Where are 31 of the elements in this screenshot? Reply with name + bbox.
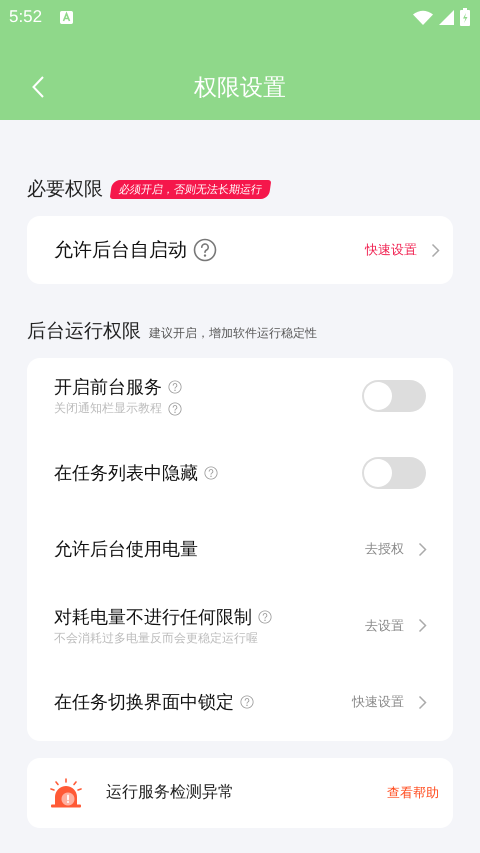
help-link[interactable]: 查看帮助 — [387, 784, 439, 802]
setting-description: 不会消耗过多电量反而会更稳定运行喔 — [54, 630, 258, 647]
toggle-switch[interactable] — [362, 380, 426, 412]
toggle-switch[interactable] — [362, 456, 426, 489]
signal-icon — [439, 10, 454, 24]
setting-label: 允许后台自启动 — [54, 238, 187, 263]
chevron-right-icon — [418, 694, 427, 710]
setting-description: 关闭通知栏显示教程 — [54, 400, 162, 418]
setting-label: 在任务切换界面中锁定 — [54, 691, 234, 714]
chevron-right-icon — [418, 542, 427, 557]
section-title: 后台运行权限 — [27, 319, 141, 344]
section-note: 建议开启，增加软件运行稳定性 — [149, 324, 317, 342]
action-link[interactable]: 快速设置 — [352, 693, 404, 712]
setting-label: 开启前台服务 — [54, 376, 162, 400]
action-link[interactable]: 快速设置 — [365, 241, 417, 259]
action-link[interactable]: 去设置 — [365, 616, 404, 635]
alert-message: 运行服务检测异常 — [106, 782, 235, 803]
warning-badge: 必须开启，否则无法长期运行 — [110, 180, 272, 198]
page-title: 权限设置 — [193, 74, 287, 102]
battery-charging-icon — [460, 8, 470, 26]
setting-label: 在任务列表中隐藏 — [54, 462, 198, 485]
status-time: 5:52 — [9, 7, 42, 27]
wifi-icon — [413, 10, 433, 24]
setting-label: 对耗电量不进行任何限制 — [54, 606, 252, 629]
chevron-right-icon — [431, 242, 440, 258]
action-link[interactable]: 去授权 — [365, 540, 404, 558]
keyboard-app-icon — [60, 10, 74, 24]
alarm-light-icon — [49, 778, 83, 808]
setting-label: 允许后台使用电量 — [54, 538, 198, 562]
section-title: 必要权限 — [27, 177, 103, 202]
chevron-right-icon — [418, 618, 427, 634]
